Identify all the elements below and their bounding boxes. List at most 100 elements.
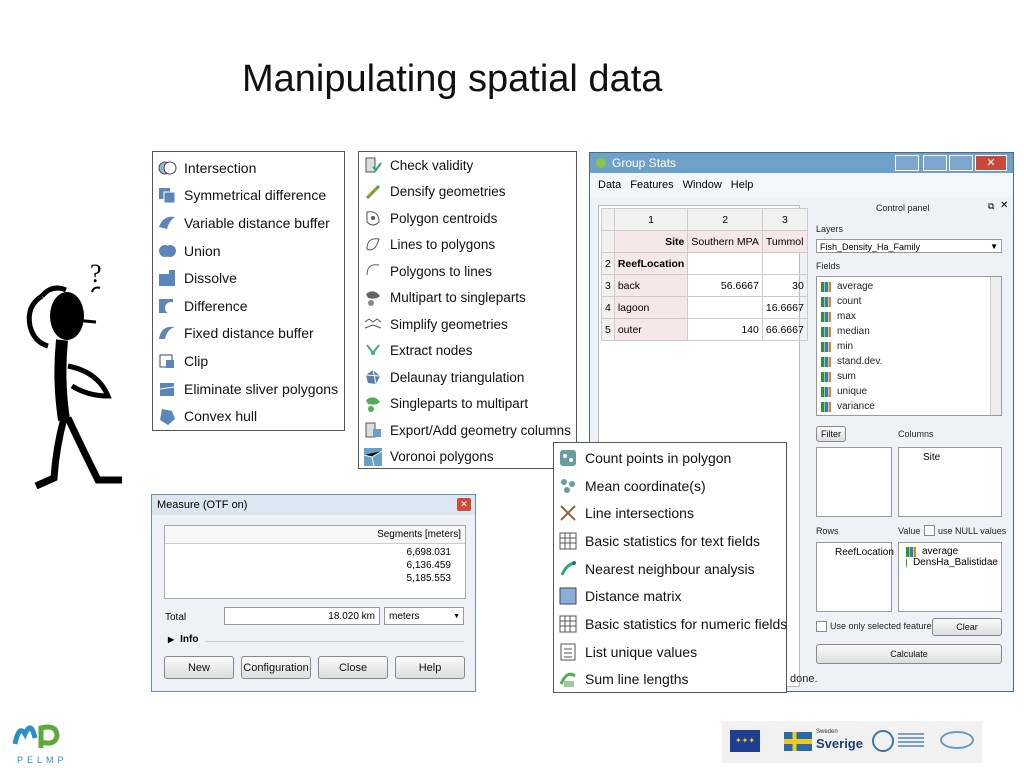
geoprocessing-menu-item[interactable]: Fixed distance buffer [153, 320, 344, 348]
help-button[interactable]: Help [395, 656, 465, 679]
layer-select-value: Fish_Density_Ha_Family [820, 242, 921, 252]
selected-only-checkbox[interactable] [816, 621, 827, 632]
svg-text:?: ? [90, 259, 102, 288]
geometry-menu-item[interactable]: Singleparts to multipart [359, 391, 576, 418]
geometry-menu-item[interactable]: Densify geometries [359, 179, 576, 206]
menu-window[interactable]: Window [683, 179, 722, 191]
geometry-menu-item[interactable]: Delaunay triangulation [359, 364, 576, 391]
field-item[interactable]: average [817, 279, 1001, 294]
configuration-button[interactable]: Configuration [241, 656, 311, 679]
value-item[interactable]: DensHa_Balistidae [902, 557, 998, 568]
menu-features[interactable]: Features [630, 179, 673, 191]
layers-label: Layers [816, 224, 844, 234]
geometry-menu-item[interactable]: Voronoi polygons [359, 444, 576, 471]
geoprocessing-menu-item[interactable]: Symmetrical difference [153, 182, 344, 210]
geoprocessing-menu-item[interactable]: Convex hull [153, 402, 344, 430]
analysis-menu-item[interactable]: Basic statistics for numeric fields [554, 610, 787, 638]
table-cell[interactable]: Site [613, 230, 689, 253]
close-button[interactable]: Close [318, 656, 388, 679]
analysis-menu-item[interactable]: Count points in polygon [554, 444, 786, 472]
geoprocessing-menu-item[interactable]: Eliminate sliver polygons [153, 375, 344, 403]
analysis-menu-item[interactable]: Basic statistics for text fields [554, 527, 786, 555]
total-value-field[interactable]: 18.020 km [224, 607, 380, 625]
field-item[interactable]: unique [817, 384, 1001, 399]
geometry-menu-item[interactable]: Polygon centroids [359, 205, 576, 232]
table-cell[interactable]: 140 [687, 318, 763, 341]
col-header-2[interactable]: 2 [687, 208, 763, 231]
null-values-checkbox[interactable] [924, 525, 935, 536]
value-item[interactable]: average [902, 546, 998, 557]
layer-select[interactable]: Fish_Density_Ha_Family ▼ [816, 239, 1002, 253]
row-item[interactable]: ReefLocation [835, 547, 894, 558]
filter-box[interactable] [816, 447, 892, 517]
analysis-menu-item[interactable]: Sum line lengths [554, 666, 786, 694]
analysis-menu-item[interactable]: Distance matrix [554, 582, 786, 610]
field-item[interactable]: median [817, 324, 1001, 339]
geoprocessing-menu-item-label: Convex hull [184, 408, 258, 425]
table-cell[interactable] [687, 296, 763, 319]
field-item[interactable]: stand.dev. [817, 354, 1001, 369]
fields-list[interactable]: average count max median min stand.dev. sum uni… [816, 276, 1002, 416]
value-box[interactable]: average DensHa_Balistidae [898, 542, 1002, 612]
unit-select[interactable]: meters ▼ [384, 607, 464, 625]
new-button[interactable]: New [164, 656, 234, 679]
fields-scrollbar[interactable] [990, 277, 1001, 415]
clear-button[interactable]: Clear [932, 618, 1002, 636]
close-icon[interactable]: ✕ [975, 155, 1007, 171]
table-cell[interactable]: Tummol [761, 230, 808, 253]
field-item[interactable]: min [817, 339, 1001, 354]
geoprocessing-menu-item[interactable]: Variable distance buffer [153, 209, 344, 237]
analysis-menu-item[interactable]: Nearest neighbour analysis [554, 555, 786, 583]
geoprocessing-menu-item[interactable]: Dissolve [153, 264, 344, 292]
col-header-3[interactable]: 3 [761, 208, 808, 231]
field-item[interactable]: sum [817, 369, 1001, 384]
table-cell[interactable]: outer [613, 318, 689, 341]
partner-logos: ✦✦✦ Sweden Sverige [722, 721, 982, 763]
analysis-menu-item-label: Sum line lengths [585, 671, 689, 688]
geometry-menu-item[interactable]: Export/Add geometry columns [359, 417, 576, 444]
field-item[interactable]: count [817, 294, 1001, 309]
geoprocessing-menu-item[interactable]: Clip [153, 347, 344, 375]
table-cell[interactable]: Southern MPA [687, 230, 763, 253]
extract-nodes-icon [363, 341, 383, 361]
table-cell[interactable] [761, 252, 808, 275]
analysis-menu-item[interactable]: Line intersections [554, 499, 786, 527]
geoprocessing-menu-item[interactable]: Union [153, 237, 344, 265]
analysis-menu-item[interactable]: Mean coordinate(s) [554, 472, 786, 500]
table-cell[interactable]: 16.6667 [761, 296, 808, 319]
geoprocessing-menu-item[interactable]: Intersection [153, 154, 344, 182]
float-panel-icon[interactable]: ⧉ [988, 201, 994, 212]
geometry-menu-item[interactable]: Multipart to singleparts [359, 285, 576, 312]
geometry-menu-item[interactable]: Check validity [359, 152, 576, 179]
menu-data[interactable]: Data [598, 179, 621, 191]
minimize-icon[interactable] [923, 155, 947, 171]
geometry-menu-item[interactable]: Lines to polygons [359, 232, 576, 259]
table-cell[interactable] [687, 252, 763, 275]
field-item[interactable]: variance [817, 399, 1001, 414]
table-cell[interactable]: 66.6667 [761, 318, 808, 341]
geometry-menu-item[interactable]: Extract nodes [359, 338, 576, 365]
close-panel-icon[interactable]: ✕ [1000, 200, 1008, 211]
menu-help[interactable]: Help [731, 179, 754, 191]
table-cell[interactable]: lagoon [613, 296, 689, 319]
field-item-label: median [837, 326, 870, 337]
col-header-1[interactable]: 1 [613, 208, 689, 231]
geoprocessing-menu-item[interactable]: Difference [153, 292, 344, 320]
info-toggle[interactable]: ▶ Info [168, 634, 198, 645]
table-cell[interactable]: 56.6667 [687, 274, 763, 297]
table-cell[interactable]: 30 [761, 274, 808, 297]
rows-box[interactable]: ReefLocation [816, 542, 894, 612]
close-icon[interactable]: ✕ [457, 498, 471, 511]
table-cell[interactable]: back [613, 274, 689, 297]
analysis-menu-item[interactable]: List unique values [554, 638, 786, 666]
restore-icon[interactable] [895, 155, 919, 171]
field-item[interactable]: max [817, 309, 1001, 324]
table-cell[interactable]: ReefLocation [613, 252, 689, 275]
filter-button[interactable]: Filter [816, 426, 846, 442]
geometry-menu-item[interactable]: Simplify geometries [359, 311, 576, 338]
columns-box[interactable]: Site [898, 447, 1002, 517]
maximize-icon[interactable] [949, 155, 973, 171]
column-item[interactable]: Site [923, 452, 940, 463]
geometry-menu-item[interactable]: Polygons to lines [359, 258, 576, 285]
calculate-button[interactable]: Calculate [816, 644, 1002, 664]
